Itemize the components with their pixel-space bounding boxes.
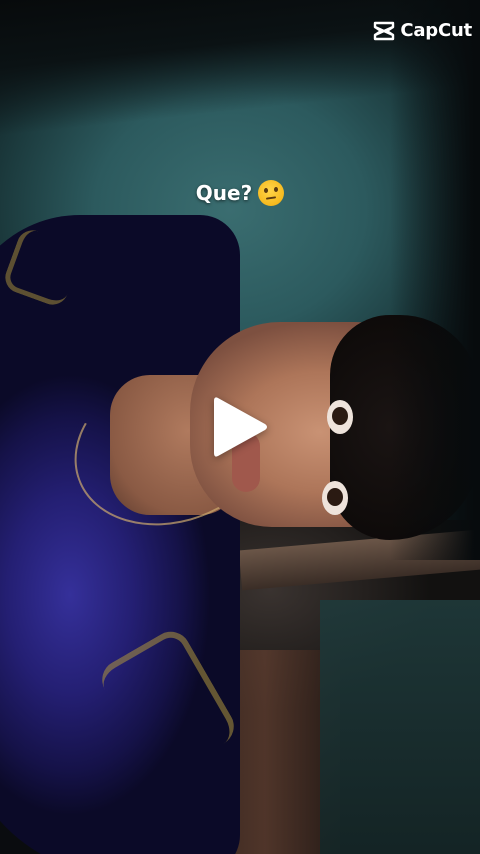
video-caption: Que? [0, 180, 480, 206]
caption-text: Que? [195, 181, 253, 205]
video-frame-teal-panel [320, 600, 480, 854]
video-frame-eye [327, 400, 353, 434]
play-button[interactable] [210, 394, 270, 460]
video-frame-eye [322, 481, 348, 515]
video-player[interactable]: CapCut Que? [0, 0, 480, 854]
video-frame-shirt [0, 215, 240, 854]
video-frame-shadow [390, 0, 480, 560]
capcut-watermark: CapCut [372, 20, 472, 41]
capcut-logo-icon [372, 21, 396, 41]
capcut-watermark-label: CapCut [400, 20, 472, 41]
play-icon [214, 397, 267, 457]
raised-eyebrow-face-icon [258, 180, 285, 206]
